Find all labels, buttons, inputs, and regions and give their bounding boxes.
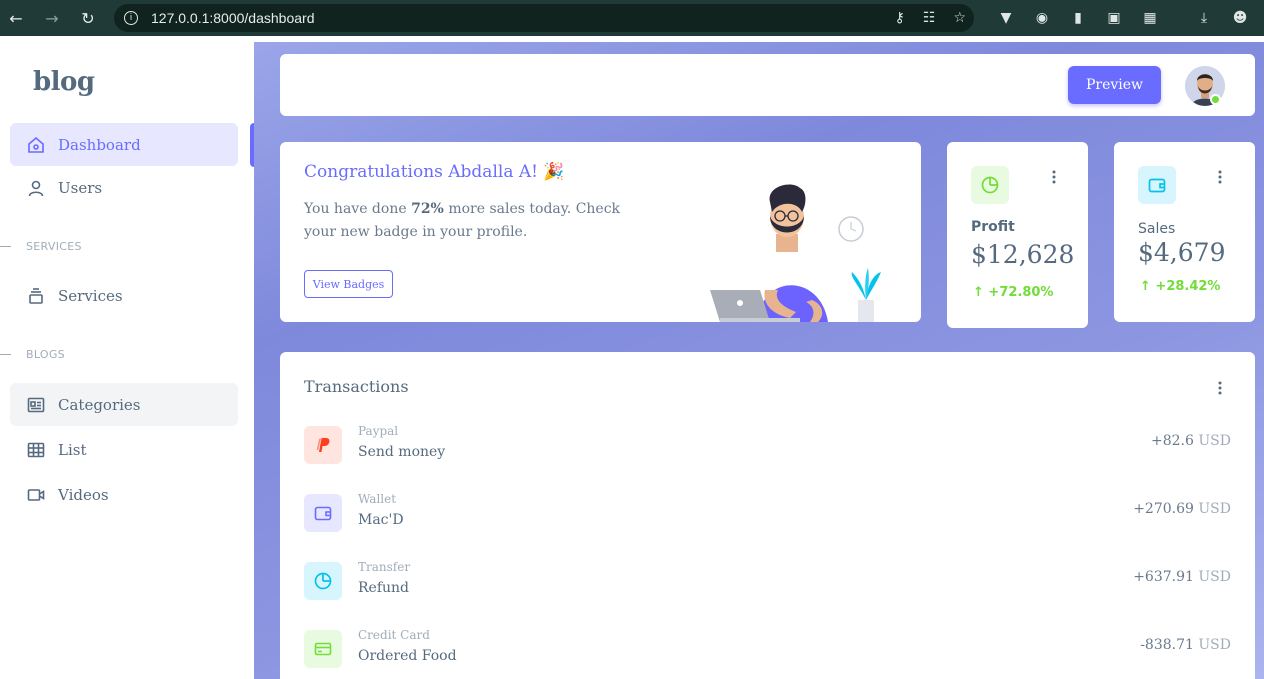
sidebar-item-label: List bbox=[58, 440, 87, 459]
profit-card: Profit $12,628 ↑ +72.80% bbox=[947, 142, 1088, 328]
key-icon[interactable]: ⚷ bbox=[895, 10, 905, 26]
more-options-icon[interactable] bbox=[1212, 169, 1228, 185]
puzzle-icon[interactable]: ▦ bbox=[1138, 0, 1162, 36]
vue-devtools-icon[interactable]: ▼ bbox=[994, 0, 1018, 36]
transaction-row: Transfer Refund +637.91 USD bbox=[304, 560, 1231, 604]
download-icon[interactable]: ⤓ bbox=[1192, 0, 1216, 36]
preview-button[interactable]: Preview bbox=[1068, 66, 1161, 104]
app-logo[interactable]: blog bbox=[33, 67, 95, 97]
sidebar-item-categories[interactable]: Categories bbox=[10, 383, 238, 426]
section-dash bbox=[0, 353, 11, 355]
reload-icon[interactable]: ↻ bbox=[72, 0, 104, 36]
sidebar-item-label: Videos bbox=[58, 485, 109, 504]
translate-icon[interactable]: ☷ bbox=[923, 10, 936, 26]
welcome-card: Congratulations Abdalla A! 🎉 You have do… bbox=[280, 142, 921, 322]
wallet-icon bbox=[1138, 166, 1176, 204]
transaction-name: Ordered Food bbox=[358, 648, 457, 664]
transaction-amount: +270.69 USD bbox=[1133, 501, 1231, 517]
document-icon[interactable]: ▮ bbox=[1066, 0, 1090, 36]
address-bar[interactable]: i 127.0.0.1:8000/dashboard ⚷ ☷ ☆ bbox=[114, 4, 974, 32]
profile-avatar-icon[interactable]: ☻ bbox=[1228, 0, 1252, 36]
stat-value: $4,679 bbox=[1138, 238, 1226, 267]
section-header-services: SERVICES bbox=[0, 238, 82, 254]
transaction-row: Paypal Send money +82.6 USD bbox=[304, 424, 1231, 468]
sales-card: Sales $4,679 ↑ +28.42% bbox=[1114, 142, 1255, 322]
home-icon bbox=[26, 135, 46, 155]
star-icon[interactable]: ☆ bbox=[953, 10, 966, 26]
forward-icon[interactable]: → bbox=[36, 0, 68, 36]
sidebar-item-videos[interactable]: Videos bbox=[10, 473, 238, 516]
main-content: Preview Congratulations Abdalla A! 🎉 You… bbox=[254, 42, 1264, 679]
stat-change: ↑ +28.42% bbox=[1140, 279, 1221, 294]
video-icon bbox=[26, 485, 46, 505]
site-info-icon[interactable]: i bbox=[124, 11, 138, 25]
section-header-blogs: BLOGS bbox=[0, 346, 65, 362]
stat-value: $12,628 bbox=[971, 240, 1075, 269]
man-with-laptop-illustration bbox=[710, 184, 881, 322]
arrow-up-icon: ↑ bbox=[973, 285, 989, 300]
welcome-title: Congratulations Abdalla A! 🎉 bbox=[304, 162, 565, 182]
sidebar-item-label: Users bbox=[58, 178, 103, 197]
transaction-row: Credit Card Ordered Food -838.71 USD bbox=[304, 628, 1231, 672]
sidebar: blog Dashboard Users SERVICES Services B… bbox=[0, 42, 254, 679]
back-icon[interactable]: ← bbox=[0, 0, 32, 36]
transaction-name: Refund bbox=[358, 580, 410, 596]
transaction-category: Credit Card bbox=[358, 628, 430, 642]
stat-change: ↑ +72.80% bbox=[973, 285, 1054, 300]
stat-label: Sales bbox=[1138, 221, 1176, 237]
section-label: SERVICES bbox=[26, 239, 82, 253]
screen-capture-icon[interactable]: ▣ bbox=[1102, 0, 1126, 36]
top-navbar: Preview bbox=[280, 54, 1255, 116]
section-dash bbox=[0, 245, 11, 247]
stat-label: Profit bbox=[971, 219, 1015, 235]
news-icon bbox=[26, 395, 46, 415]
transaction-category: Paypal bbox=[358, 424, 399, 438]
stack-icon bbox=[26, 286, 46, 306]
arrow-up-icon: ↑ bbox=[1140, 279, 1156, 294]
transaction-amount: +637.91 USD bbox=[1133, 569, 1231, 585]
table-icon bbox=[26, 440, 46, 460]
sidebar-item-label: Services bbox=[58, 286, 123, 305]
pie-chart-icon bbox=[304, 562, 342, 600]
transaction-category: Wallet bbox=[358, 492, 397, 506]
section-label: BLOGS bbox=[26, 347, 65, 361]
transaction-category: Transfer bbox=[358, 560, 411, 574]
wallet-icon bbox=[304, 494, 342, 532]
url-text[interactable]: 127.0.0.1:8000/dashboard bbox=[151, 10, 314, 26]
transaction-name: Send money bbox=[358, 444, 446, 460]
credit-card-icon bbox=[304, 630, 342, 668]
transactions-card: Transactions Paypal Send money +82.6 USD… bbox=[280, 352, 1255, 679]
sidebar-item-label: Categories bbox=[58, 395, 141, 414]
view-badges-button[interactable]: View Badges bbox=[304, 270, 393, 298]
transaction-row: Wallet Mac'D +270.69 USD bbox=[304, 492, 1231, 536]
browser-toolbar: ← → ↻ i 127.0.0.1:8000/dashboard ⚷ ☷ ☆ ▼… bbox=[0, 0, 1264, 36]
more-options-icon[interactable] bbox=[1046, 169, 1062, 185]
transaction-name: Mac'D bbox=[358, 512, 404, 528]
online-status-dot bbox=[1210, 94, 1221, 105]
sidebar-item-list[interactable]: List bbox=[10, 428, 238, 471]
paypal-icon bbox=[304, 426, 342, 464]
sidebar-item-users[interactable]: Users bbox=[10, 166, 238, 209]
pie-chart-icon bbox=[971, 166, 1009, 204]
extension-icon[interactable]: ◉ bbox=[1030, 0, 1054, 36]
sidebar-item-dashboard[interactable]: Dashboard bbox=[10, 123, 238, 166]
sidebar-item-services[interactable]: Services bbox=[10, 274, 238, 317]
transaction-amount: +82.6 USD bbox=[1151, 433, 1231, 449]
sidebar-item-label: Dashboard bbox=[58, 135, 141, 154]
user-icon bbox=[26, 178, 46, 198]
welcome-text: You have done 72% more sales today. Chec… bbox=[304, 201, 621, 240]
transaction-amount: -838.71 USD bbox=[1140, 637, 1231, 653]
transactions-title: Transactions bbox=[304, 377, 409, 396]
more-options-icon[interactable] bbox=[1212, 380, 1228, 396]
